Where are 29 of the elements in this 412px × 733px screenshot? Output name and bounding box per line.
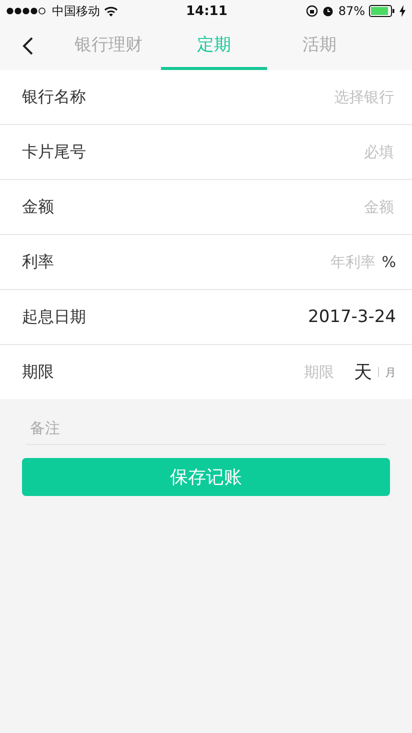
input-field[interactable]: 金额: [54, 197, 396, 217]
date-value[interactable]: 2017-3-24: [308, 307, 396, 327]
signal-icon: [6, 7, 48, 15]
alarm-icon: [322, 5, 334, 17]
save-button[interactable]: 保存记账: [22, 458, 390, 496]
back-icon: [22, 36, 34, 56]
note-field[interactable]: 备注: [26, 411, 386, 445]
unit-option[interactable]: 月: [385, 364, 396, 380]
tab[interactable]: 银行理财: [56, 22, 162, 70]
unit-option[interactable]: 天: [354, 360, 372, 384]
field-label: 利率: [22, 252, 54, 272]
battery-percent: 87%: [338, 4, 365, 18]
field-label: 卡片尾号: [22, 142, 86, 162]
input-field[interactable]: 选择银行: [86, 87, 396, 107]
field-label: 金额: [22, 196, 54, 218]
charging-icon: [399, 5, 406, 17]
percent-unit: %: [382, 253, 396, 271]
clock-time: 14:11: [186, 4, 226, 18]
carrier: 中国移动: [52, 2, 100, 20]
rotation-lock-icon: [306, 5, 318, 17]
input-field[interactable]: 年利率: [54, 252, 378, 272]
field-label: 银行名称: [22, 86, 86, 108]
input-field[interactable]: 期限: [54, 362, 336, 382]
input-field[interactable]: 必填: [86, 142, 396, 162]
battery-icon: [369, 5, 395, 17]
tab[interactable]: 活期: [266, 22, 372, 70]
wifi-icon: [104, 6, 118, 16]
field-label: 起息日期: [22, 306, 86, 328]
field-label: 期限: [22, 362, 54, 382]
